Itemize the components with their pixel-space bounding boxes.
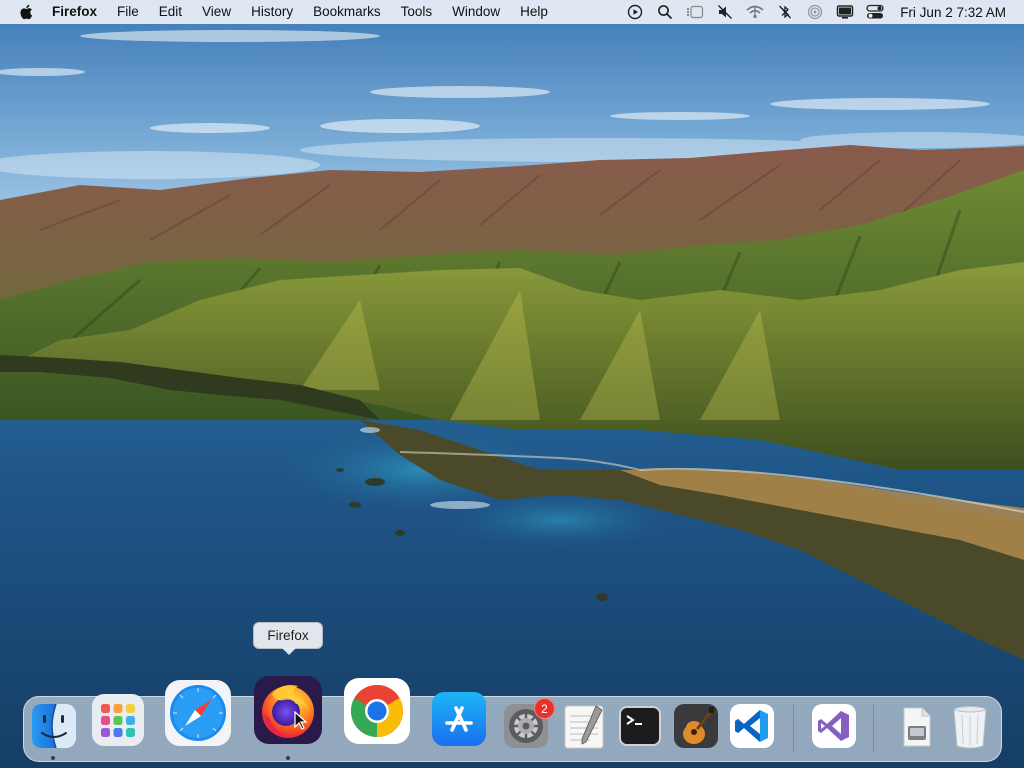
menu-bar: Firefox File Edit View History Bookmarks…: [0, 0, 1024, 24]
dock-item-finder[interactable]: [30, 702, 78, 750]
finder-running-indicator: [51, 756, 55, 760]
dock-item-textedit[interactable]: [560, 702, 608, 750]
dock-item-system-preferences[interactable]: 2: [502, 698, 555, 750]
dock-tooltip: Firefox: [253, 622, 323, 649]
dock-item-terminal[interactable]: [616, 702, 664, 750]
finder-icon: [32, 703, 76, 749]
display-icon[interactable]: [836, 4, 854, 20]
no-bluetooth-icon[interactable]: [776, 4, 794, 20]
dock-tooltip-label: Firefox: [267, 628, 309, 643]
menu-help[interactable]: Help: [510, 0, 558, 24]
launchpad-icon: [92, 694, 144, 746]
wifi-icon[interactable]: [746, 4, 764, 20]
airdrop-icon[interactable]: [806, 4, 824, 20]
trash-icon: [953, 706, 987, 749]
safari-icon: [165, 680, 231, 746]
dock-item-safari[interactable]: [163, 678, 233, 748]
dock-item-downloads[interactable]: [892, 702, 940, 750]
garageband-icon: [674, 704, 718, 748]
firefox-running-indicator: [286, 756, 290, 760]
dock-item-firefox[interactable]: [252, 674, 324, 746]
firefox-icon: [254, 676, 322, 744]
mute-icon[interactable]: [716, 4, 734, 20]
menu-file[interactable]: File: [107, 0, 149, 24]
dock-tooltip-arrow: [282, 648, 296, 655]
chrome-icon: [344, 678, 410, 744]
control-center-icon[interactable]: [866, 4, 884, 20]
app-store-icon: [432, 692, 486, 746]
menu-view[interactable]: View: [192, 0, 241, 24]
desktop-wallpaper: [0, 0, 1024, 768]
app-menu-firefox[interactable]: Firefox: [52, 0, 107, 24]
menu-tools[interactable]: Tools: [391, 0, 443, 24]
menu-window[interactable]: Window: [442, 0, 510, 24]
dock-item-vscode[interactable]: [728, 702, 776, 750]
dock-item-app-store[interactable]: [430, 690, 488, 748]
notification-badge-count: 2: [541, 702, 548, 716]
downloads-stack-icon: [903, 707, 931, 747]
stage-manager-icon[interactable]: [686, 4, 704, 20]
visual-studio-icon: [812, 704, 856, 748]
menu-history[interactable]: History: [241, 0, 303, 24]
apple-menu-icon[interactable]: [18, 3, 36, 21]
spotlight-search-icon[interactable]: [656, 4, 674, 20]
menu-bookmarks[interactable]: Bookmarks: [303, 0, 391, 24]
notification-badge: 2: [534, 698, 555, 719]
dock-item-launchpad[interactable]: [90, 692, 146, 748]
dock-separator: [873, 705, 874, 753]
dock-separator: [793, 705, 794, 753]
dock-item-garageband[interactable]: [672, 702, 720, 750]
dock-item-trash[interactable]: [946, 702, 994, 750]
textedit-icon: [564, 705, 604, 749]
menu-edit[interactable]: Edit: [149, 0, 192, 24]
dock-item-chrome[interactable]: [342, 676, 412, 746]
mouse-cursor-icon: [294, 711, 308, 730]
screen-record-icon[interactable]: [626, 4, 644, 20]
terminal-icon: [619, 706, 661, 746]
dock-item-visual-studio[interactable]: [810, 702, 858, 750]
vscode-icon: [730, 704, 774, 748]
menubar-clock[interactable]: Fri Jun 2 7:32 AM: [900, 5, 1006, 20]
